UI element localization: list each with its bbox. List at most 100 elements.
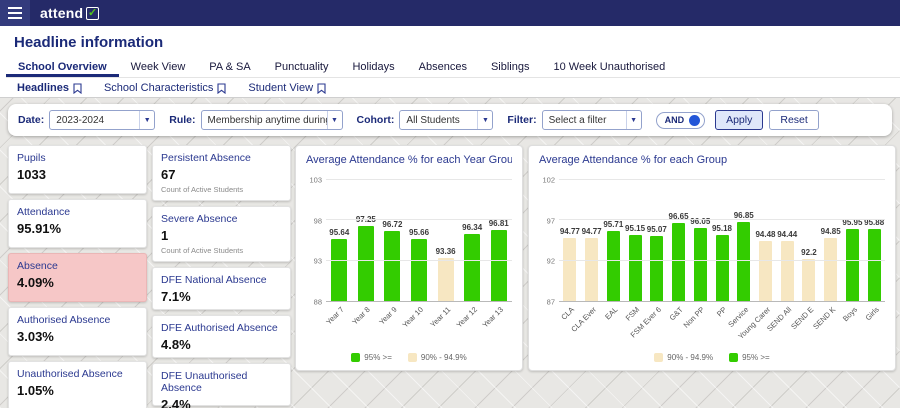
- subtab-label: School Characteristics: [103, 82, 214, 94]
- gridline: [326, 219, 512, 221]
- x-axis-label: Year 11: [427, 305, 452, 330]
- stat-card-unauthorised-absence: Unauthorised Absence 1.05%: [8, 361, 147, 408]
- x-axis-label: CLA Ever: [569, 305, 598, 334]
- subtab-school-characteristics[interactable]: School Characteristics: [93, 82, 237, 94]
- tab-10-week-unauthorised[interactable]: 10 Week Unauthorised: [542, 57, 678, 77]
- card-label: DFE National Absence: [161, 274, 267, 286]
- tab-absences[interactable]: Absences: [407, 57, 479, 77]
- chevron-down-icon: ▼: [477, 111, 492, 129]
- card-value: 1033: [17, 167, 46, 182]
- bar-slot: 95.15: [624, 180, 646, 301]
- rule-select[interactable]: Membership anytime during ▼: [200, 110, 343, 130]
- legend-label: 95% >=: [364, 353, 392, 362]
- gridline: [326, 179, 512, 180]
- date-label: Date:: [18, 114, 45, 126]
- x-axis-label: Year 13: [480, 305, 506, 330]
- hamburger-menu-icon[interactable]: [0, 0, 30, 26]
- legend-label: 90% - 94.9%: [420, 353, 467, 362]
- stat-card-dfe-unauthorised-absence: DFE Unauthorised Absence 2.4%: [152, 363, 291, 408]
- card-label: Persistent Absence: [161, 152, 251, 164]
- tab-week-view[interactable]: Week View: [119, 57, 198, 77]
- bookmark-icon: [217, 82, 226, 94]
- bar-slot: 94.85: [820, 180, 842, 301]
- tab-punctuality[interactable]: Punctuality: [263, 57, 341, 77]
- legend-item-95: 95% >=: [351, 353, 392, 362]
- bar-slot: 94.44: [776, 180, 798, 301]
- bar-value-label: 96.34: [462, 222, 483, 232]
- bar-value-label: 95.66: [409, 228, 430, 238]
- tab-school-overview[interactable]: School Overview: [6, 57, 119, 77]
- bar-year-12: 96.34: [462, 223, 482, 301]
- cohort-select[interactable]: All Students ▼: [399, 110, 494, 130]
- bar-send-e: 92.2: [801, 248, 817, 301]
- bar-slot: 94.77: [559, 180, 581, 301]
- bar-slot: 95.88: [863, 180, 885, 301]
- chevron-down-icon: ▼: [139, 111, 154, 129]
- card-value: 3.03%: [17, 329, 54, 344]
- filter-bar: Date: 2023-2024 ▼ Rule: Membership anyti…: [8, 104, 892, 136]
- tab-holidays[interactable]: Holidays: [340, 57, 406, 77]
- legend-item-90-94-9: 90% - 94.9%: [407, 353, 467, 362]
- bar-slot: 96.81: [485, 180, 512, 301]
- filter-filter-group: Filter: Select a filter ▼: [507, 110, 642, 130]
- bar-slot: 96.05: [689, 180, 711, 301]
- card-value: 4.09%: [17, 275, 54, 290]
- filter-select[interactable]: Select a filter ▼: [541, 110, 642, 130]
- bar-slot: 96.34: [459, 180, 486, 301]
- date-select[interactable]: 2023-2024 ▼: [49, 110, 156, 130]
- apply-button[interactable]: Apply: [715, 110, 764, 130]
- stat-cards-column-2: Persistent Absence 67 Count of Active Stud…: [152, 145, 291, 408]
- and-or-toggle[interactable]: AND: [655, 111, 706, 129]
- y-axis-tick: 92: [546, 256, 555, 266]
- x-axis-label: SEND K: [810, 305, 838, 332]
- plot-area: 95.64 97.25 96.72 95.66 93.36 96.34 96.81: [326, 179, 512, 302]
- date-filter-group: Date: 2023-2024 ▼: [18, 110, 156, 130]
- bar-value-label: 94.85: [820, 226, 841, 236]
- chart-title: Average Attendance % for each Group: [539, 154, 728, 166]
- card-value: 67: [161, 167, 176, 182]
- stat-card-absence: Absence 4.09%: [8, 253, 147, 302]
- x-axis-label: EAL: [603, 305, 620, 322]
- bar-value-label: 96.05: [690, 217, 711, 226]
- rule-label: Rule:: [169, 114, 196, 126]
- stat-card-dfe-national-absence: DFE National Absence 7.1%: [152, 267, 291, 310]
- subtab-student-view[interactable]: Student View: [237, 82, 337, 94]
- page-header: Headline information School Overview Week…: [0, 26, 900, 98]
- x-axis-label: Year 7: [324, 305, 346, 327]
- legend-label: 90% - 94.9%: [667, 353, 714, 362]
- reset-button[interactable]: Reset: [769, 110, 819, 130]
- bookmark-icon: [73, 82, 82, 94]
- subtab-headlines[interactable]: Headlines: [6, 82, 93, 94]
- bar-value-label: 95.07: [646, 224, 667, 234]
- card-note: Count of Active Students: [161, 246, 244, 255]
- plot-area: 94.77 94.77 95.71 95.15 95.07 96.65 96.05 95.18…: [559, 179, 885, 302]
- legend-swatch: [729, 353, 739, 362]
- tab-siblings[interactable]: Siblings: [479, 57, 542, 77]
- bar-year-10: 95.66: [409, 228, 429, 301]
- card-value: 2.4%: [161, 397, 191, 408]
- x-axis-labels: Year 7 Year 8 Year 9 Year 10 Year 11 Year 12 Y…: [324, 302, 512, 350]
- chart-legend: 95% >= 90% - 94.9%: [306, 350, 512, 365]
- chart-area: 88 93 98 103 95.64 97.25 96.72 95.66 93.36 96.34…: [306, 176, 512, 307]
- bar-slot: 95.07: [646, 180, 668, 301]
- bar-slot: 95.18: [711, 180, 733, 301]
- tab-pa-sa[interactable]: PA & SA: [197, 57, 262, 77]
- bar-slot: 97.25: [353, 180, 380, 301]
- bar-fsm-ever-6: 95.07: [647, 225, 667, 301]
- stat-cards-column-1: Pupils 1033 Attendance 95.91% Absence 4.09% Au…: [8, 145, 147, 408]
- gridline: [559, 179, 885, 180]
- chevron-down-icon: ▼: [326, 111, 342, 129]
- y-axis-tick: 97: [546, 216, 555, 226]
- bar-slot: 95.71: [602, 180, 624, 301]
- y-axis: 88 93 98 103: [306, 176, 326, 307]
- y-axis-tick: 93: [313, 256, 322, 266]
- y-axis-tick: 103: [309, 175, 322, 185]
- page-title: Headline information: [14, 34, 164, 51]
- bar-value-label: 95.71: [603, 219, 624, 229]
- bar-girls: 95.88: [864, 218, 884, 301]
- chart-area: 87 92 97 102 94.77 94.77 95.71 95.15 95.07 96.65…: [539, 176, 885, 307]
- main-tabs: School Overview Week View PA & SA Punctuali…: [6, 57, 900, 78]
- stat-card-severe-absence: Severe Absence 1 Count of Active Students: [152, 206, 291, 262]
- x-axis-label: Non PP: [681, 305, 707, 330]
- bar-cla-ever: 94.77: [582, 227, 602, 301]
